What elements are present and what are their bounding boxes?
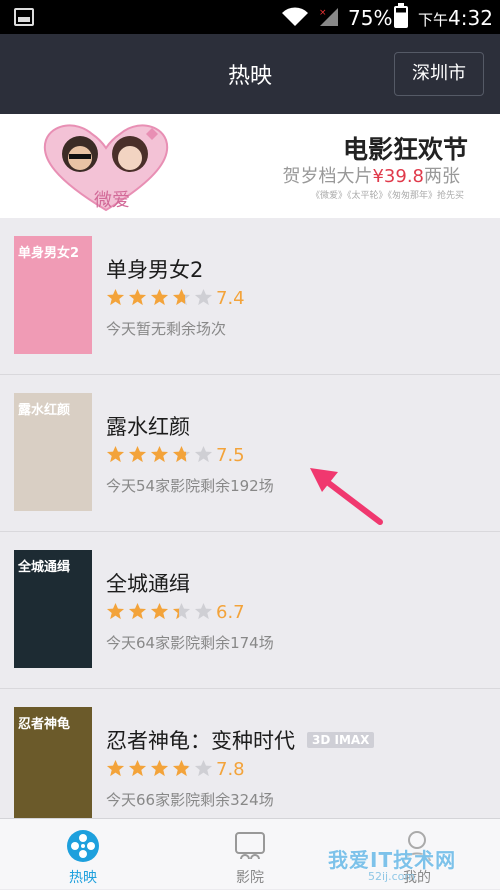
movie-title: 忍者神龟：变种时代 3D IMAX [106, 725, 375, 755]
showtime-info: 今天54家影院剩余192场 [106, 477, 274, 495]
movie-poster: 忍者神龟 [14, 707, 92, 818]
star-icon [172, 759, 191, 777]
movie-title: 全城通缉 [106, 572, 190, 596]
star-icon [172, 602, 191, 620]
battery-icon [394, 3, 408, 28]
movie-poster: 露水红颜 [14, 393, 92, 511]
movie-item[interactable]: 全城通缉 全城通缉 6.7 今天64家影院剩余174场 [0, 532, 500, 689]
movie-poster: 全城通缉 [14, 550, 92, 668]
movie-score: 7.8 [216, 759, 245, 780]
star-icon [106, 602, 125, 620]
star-icon [106, 759, 125, 777]
movie-item[interactable]: 单身男女2 单身男女2 7.4 今天暂无剩余场次 [0, 218, 500, 375]
gallery-notification-icon [14, 8, 34, 26]
cinema-icon [235, 832, 265, 860]
wifi-icon [282, 7, 308, 26]
promo-note: 《微爱》《太平轮》《匆匆那年》抢先买 [310, 191, 464, 201]
showtime-info: 今天暂无剩余场次 [106, 320, 227, 338]
tab-now-showing[interactable]: 热映 [0, 819, 166, 890]
star-icon [150, 602, 169, 620]
star-icon [172, 288, 191, 306]
movie-score: 7.5 [216, 445, 245, 466]
star-icon [194, 445, 213, 463]
promo-subtitle: 贺岁档大片¥39.8两张 [282, 166, 460, 187]
movie-score: 7.4 [216, 288, 245, 309]
star-icon [128, 445, 147, 463]
city-select-button[interactable]: 深圳市 [394, 52, 484, 96]
tab-profile[interactable]: 我的 [334, 819, 500, 890]
star-icon [150, 445, 169, 463]
battery-percent: 75% [348, 6, 393, 30]
clock: 下午4:32 [418, 6, 493, 30]
star-icon [128, 602, 147, 620]
star-icon [106, 288, 125, 306]
movie-item[interactable]: 露水红颜 露水红颜 7.5 今天54家影院剩余192场 [0, 375, 500, 532]
film-reel-icon [67, 830, 99, 862]
star-icon [128, 759, 147, 777]
profile-icon [403, 831, 431, 862]
format-tag: 3D IMAX [307, 732, 375, 748]
star-icon [194, 288, 213, 306]
promo-heart-image: 微爱 [43, 124, 169, 212]
showtime-info: 今天66家影院剩余324场 [106, 791, 274, 809]
tab-cinemas[interactable]: 影院 [167, 819, 333, 890]
tab-label: 影院 [236, 870, 264, 886]
star-icon [194, 759, 213, 777]
promo-title: 电影狂欢节 [342, 135, 468, 164]
star-icon [150, 288, 169, 306]
movie-item[interactable]: 忍者神龟 忍者神龟：变种时代 3D IMAX 7.8 今天66家影院剩余324场 [0, 689, 500, 818]
movie-score: 6.7 [216, 602, 245, 623]
star-icon [150, 759, 169, 777]
movie-list: 单身男女2 单身男女2 7.4 今天暂无剩余场次 露水红颜 露水红颜 7.5 今… [0, 218, 500, 818]
tab-label: 热映 [69, 870, 97, 886]
annotation-arrow [310, 468, 383, 525]
promo-banner[interactable]: 微爱 电影狂欢节 贺岁档大片¥39.8两张 《微爱》《太平轮》《匆匆那年》抢先买 [0, 114, 500, 218]
promo-art-text: 微爱 [94, 190, 130, 211]
tab-bar: 热映 影院 我的 [0, 818, 500, 889]
movie-title: 露水红颜 [106, 415, 190, 439]
star-icon [106, 445, 125, 463]
star-icon [128, 288, 147, 306]
movie-poster: 单身男女2 [14, 236, 92, 354]
nav-bar: 热映 深圳市 [0, 34, 500, 114]
svg-text:×: × [319, 8, 327, 18]
star-icon [194, 602, 213, 620]
showtime-info: 今天64家影院剩余174场 [106, 634, 274, 652]
status-bar: × 75% 下午4:32 [0, 0, 500, 34]
tab-label: 我的 [403, 870, 431, 886]
star-icon [172, 445, 191, 463]
signal-icon: × [319, 8, 338, 26]
movie-title: 单身男女2 [106, 258, 204, 282]
